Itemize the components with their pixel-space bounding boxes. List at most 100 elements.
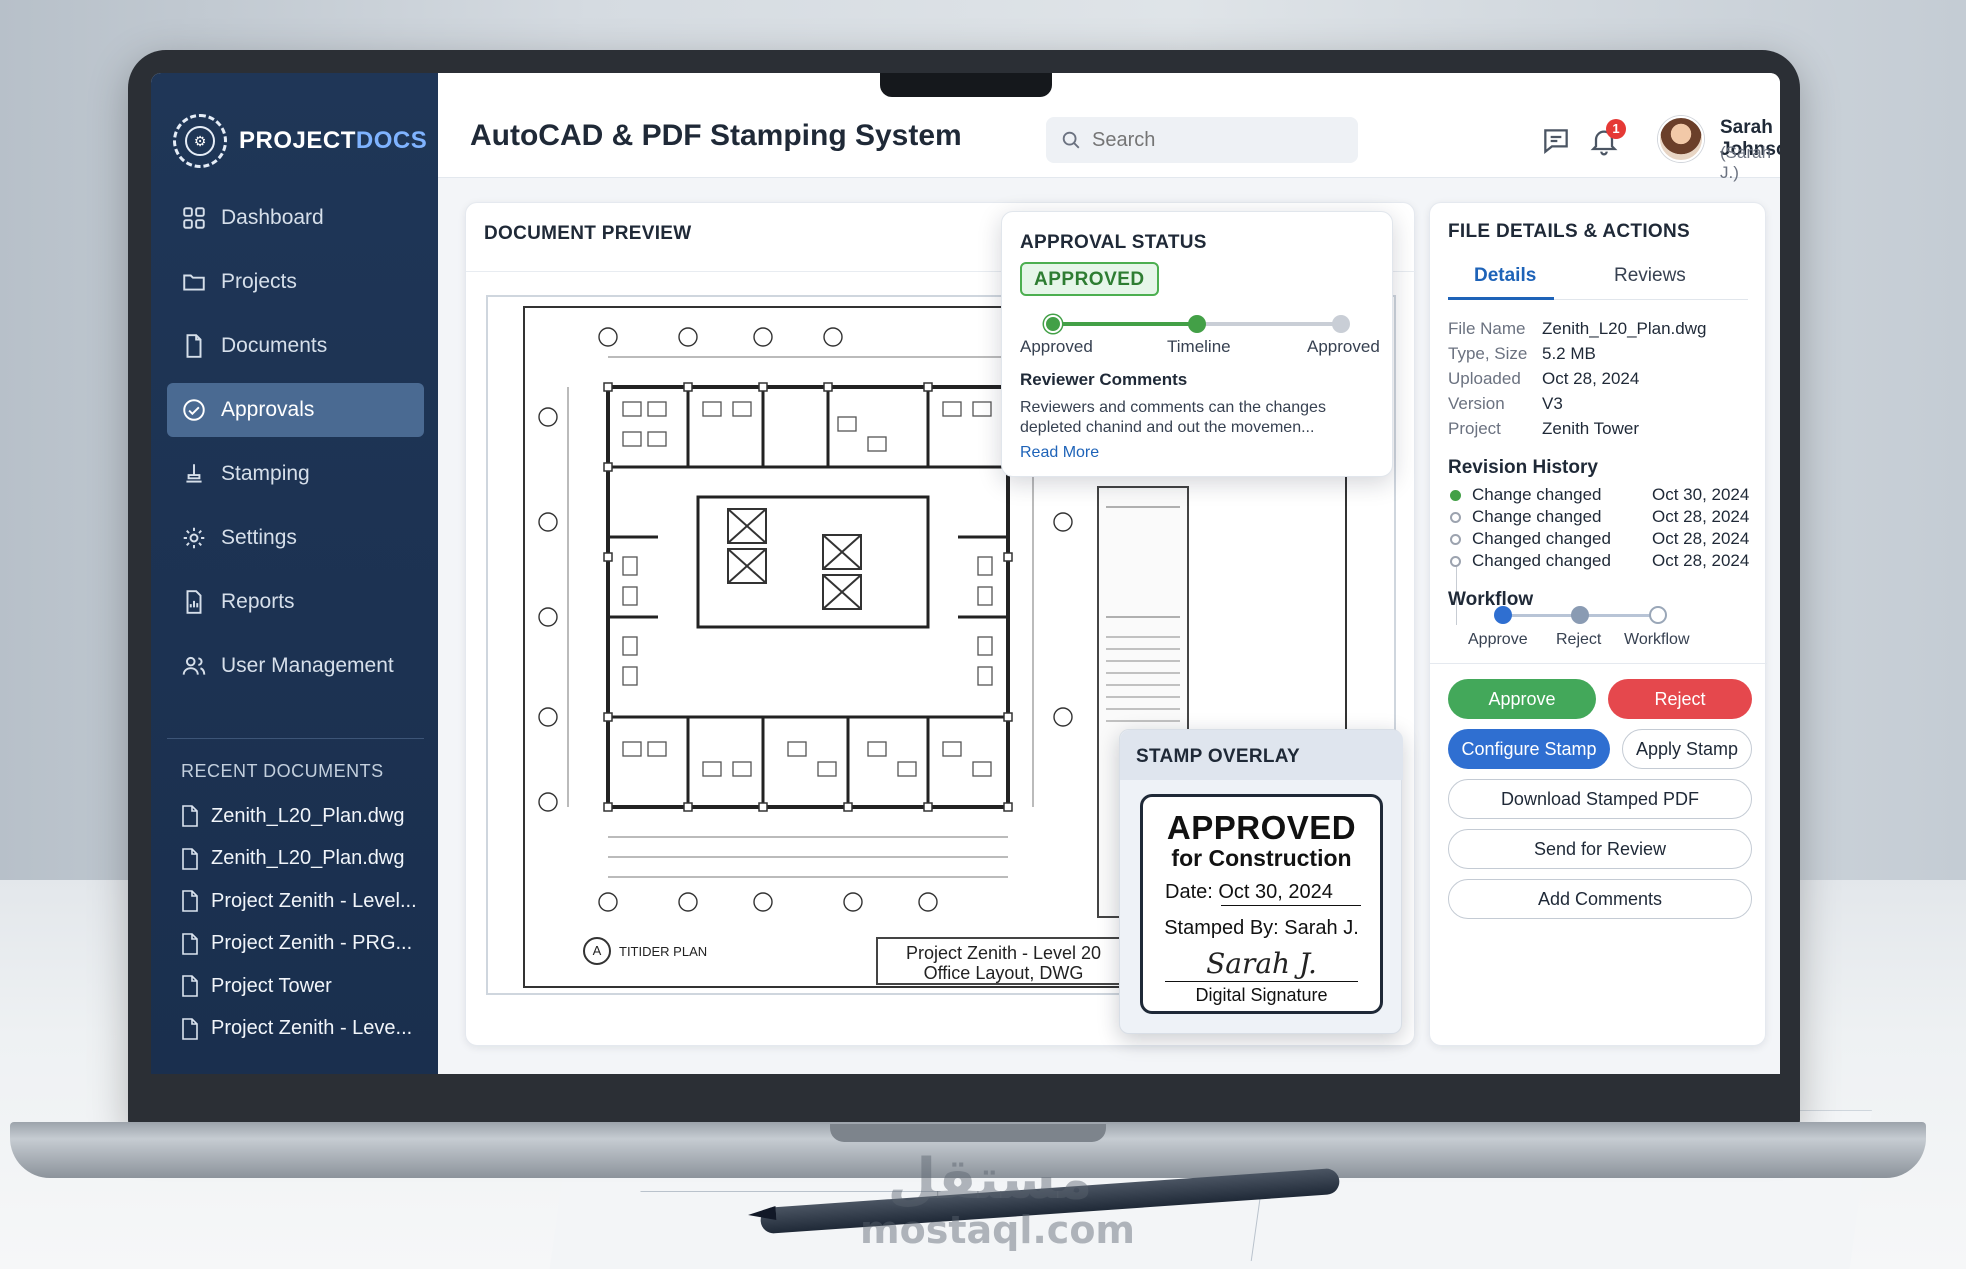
chat-icon[interactable] <box>1540 125 1572 157</box>
recent-document-item[interactable]: Zenith_L20_Plan.dwg <box>181 795 431 838</box>
stamp-main-text: APPROVED <box>1166 809 1357 846</box>
user-handle: (Sarah J.) <box>1720 143 1772 182</box>
sidebar-item-label: Documents <box>221 334 328 357</box>
title-block-line2: Office Layout, DWG <box>923 963 1084 983</box>
recent-documents-list: Zenith_L20_Plan.dwg Zenith_L20_Plan.dwg … <box>181 795 431 1050</box>
file-icon <box>182 805 198 828</box>
approval-stamp[interactable]: APPROVED for Construction Date: Oct 30, … <box>1140 794 1383 1014</box>
camera-notch <box>880 73 1052 97</box>
tab-details[interactable]: Details <box>1474 265 1536 287</box>
approve-button[interactable]: Approve <box>1448 679 1596 719</box>
laptop-hinge <box>830 1124 1106 1142</box>
recent-document-item[interactable]: Project Zenith - Leve... <box>181 1008 431 1051</box>
brand-name: PROJECTDOCS <box>239 127 428 154</box>
sidebar: ⚙ PROJECTDOCS Dashboard Projects Documen… <box>151 73 438 1074</box>
details-divider <box>1430 663 1767 664</box>
revision-history-title: Revision History <box>1448 457 1598 478</box>
workflow-step-dot[interactable] <box>1649 606 1667 624</box>
stamp-date: Date: Oct 30, 2024 <box>1165 881 1333 903</box>
workflow-step-label: Reject <box>1556 631 1602 648</box>
approval-step-label: Approved <box>1020 337 1093 356</box>
sidebar-item-settings[interactable]: Settings <box>167 511 424 565</box>
send-for-review-button[interactable]: Send for Review <box>1448 829 1752 869</box>
approval-progress-fill <box>1052 322 1197 326</box>
report-icon <box>181 589 207 615</box>
reject-button[interactable]: Reject <box>1608 679 1752 719</box>
add-comments-button[interactable]: Add Comments <box>1448 879 1752 919</box>
tab-reviews[interactable]: Reviews <box>1614 265 1686 287</box>
stamp-stamped-by: Stamped By: Sarah J. <box>1164 917 1359 939</box>
sidebar-item-dashboard[interactable]: Dashboard <box>167 191 424 245</box>
stamp-sub-text: for Construction <box>1171 845 1352 871</box>
sidebar-divider <box>167 738 424 739</box>
step-pending-dot <box>1332 315 1350 333</box>
apply-stamp-button[interactable]: Apply Stamp <box>1622 729 1752 769</box>
search-box[interactable] <box>1046 117 1358 163</box>
notification-badge: 1 <box>1606 119 1626 139</box>
recent-documents-title: RECENT DOCUMENTS <box>181 761 384 781</box>
sidebar-item-label: Settings <box>221 526 297 549</box>
recent-document-item[interactable]: Project Zenith - PRG... <box>181 923 431 966</box>
stamp-icon <box>181 461 207 487</box>
watermark: مستقل mostaql.com <box>860 1147 1136 1252</box>
stamp-overlay-panel[interactable]: STAMP OVERLAY APPROVED for Construction … <box>1119 729 1403 1034</box>
recent-document-item[interactable]: Zenith_L20_Plan.dwg <box>181 838 431 881</box>
search-icon <box>1062 131 1080 149</box>
avatar[interactable] <box>1658 116 1704 162</box>
approval-step-label: Approved <box>1307 337 1380 356</box>
download-stamped-pdf-button[interactable]: Download Stamped PDF <box>1448 779 1752 819</box>
sidebar-item-label: Stamping <box>221 462 310 485</box>
top-header: AutoCAD & PDF Stamping System 1 Sarah Jo… <box>438 73 1780 182</box>
search-input[interactable] <box>1092 128 1332 152</box>
read-more-link[interactable]: Read More <box>1020 444 1099 462</box>
status-badge: APPROVED <box>1020 262 1159 296</box>
sidebar-item-label: Dashboard <box>221 206 324 229</box>
sidebar-nav: Dashboard Projects Documents Approvals S… <box>167 191 424 703</box>
plan-label: A TITIDER PLAN <box>583 937 707 965</box>
step-check-icon <box>1044 315 1062 333</box>
sidebar-item-label: Projects <box>221 270 297 293</box>
revision-item[interactable]: Changed changed Oct 28, 2024 <box>1448 529 1758 551</box>
reviewer-comments-text: Reviewers and comments can the changes d… <box>1020 399 1326 436</box>
recent-document-item[interactable]: Project Zenith - Level... <box>181 880 431 923</box>
sidebar-item-stamping[interactable]: Stamping <box>167 447 424 501</box>
watermark-logo: مستقل <box>887 1147 1093 1212</box>
brand[interactable]: ⚙ PROJECTDOCS <box>173 113 427 169</box>
file-icon <box>182 847 198 870</box>
workflow-step-dot[interactable] <box>1571 606 1589 624</box>
file-icon <box>182 932 198 955</box>
reviewer-comments-title: Reviewer Comments <box>1020 370 1188 389</box>
sidebar-item-projects[interactable]: Projects <box>167 255 424 309</box>
configure-stamp-button[interactable]: Configure Stamp <box>1448 729 1610 769</box>
drawing-title-block: Project Zenith - Level 20 Office Layout,… <box>876 937 1131 985</box>
sidebar-item-label: User Management <box>221 654 394 677</box>
stamp-date-underline <box>1221 905 1361 906</box>
sidebar-item-user-management[interactable]: User Management <box>167 639 424 693</box>
recent-document-item[interactable]: Project Tower <box>181 965 431 1008</box>
watermark-url: mostaql.com <box>860 1208 1136 1252</box>
file-details-title: FILE DETAILS & ACTIONS <box>1448 221 1690 242</box>
approval-status-popover: APPROVAL STATUS APPROVED Approved Timeli… <box>1001 211 1393 477</box>
revision-item[interactable]: Changed changed Oct 28, 2024 <box>1448 551 1758 573</box>
file-icon <box>182 890 198 913</box>
sidebar-item-approvals[interactable]: Approvals <box>167 383 424 437</box>
plan-label-text: TITIDER PLAN <box>619 943 708 959</box>
file-icon <box>182 975 198 998</box>
step-current-dot <box>1188 315 1206 333</box>
sidebar-item-label: Reports <box>221 590 295 613</box>
revision-item[interactable]: Change changed Oct 30, 2024 <box>1448 485 1758 507</box>
folder-icon <box>181 269 207 295</box>
revision-item[interactable]: Change changed Oct 28, 2024 <box>1448 507 1758 529</box>
gear-logo-icon: ⚙ <box>173 114 227 168</box>
workflow-step-label: Workflow <box>1624 631 1690 648</box>
document-icon <box>181 333 207 359</box>
sidebar-item-documents[interactable]: Documents <box>167 319 424 373</box>
dashboard-icon <box>181 205 207 231</box>
active-tab-indicator <box>1448 297 1554 300</box>
workflow-step-dot[interactable] <box>1494 606 1512 624</box>
stamp-overlay-title: STAMP OVERLAY <box>1136 746 1301 767</box>
file-details-card: FILE DETAILS & ACTIONS Details Reviews F… <box>1429 202 1767 1046</box>
document-preview-title: DOCUMENT PREVIEW <box>484 223 692 244</box>
sidebar-item-reports[interactable]: Reports <box>167 575 424 629</box>
approval-status-title: APPROVAL STATUS <box>1020 232 1207 253</box>
